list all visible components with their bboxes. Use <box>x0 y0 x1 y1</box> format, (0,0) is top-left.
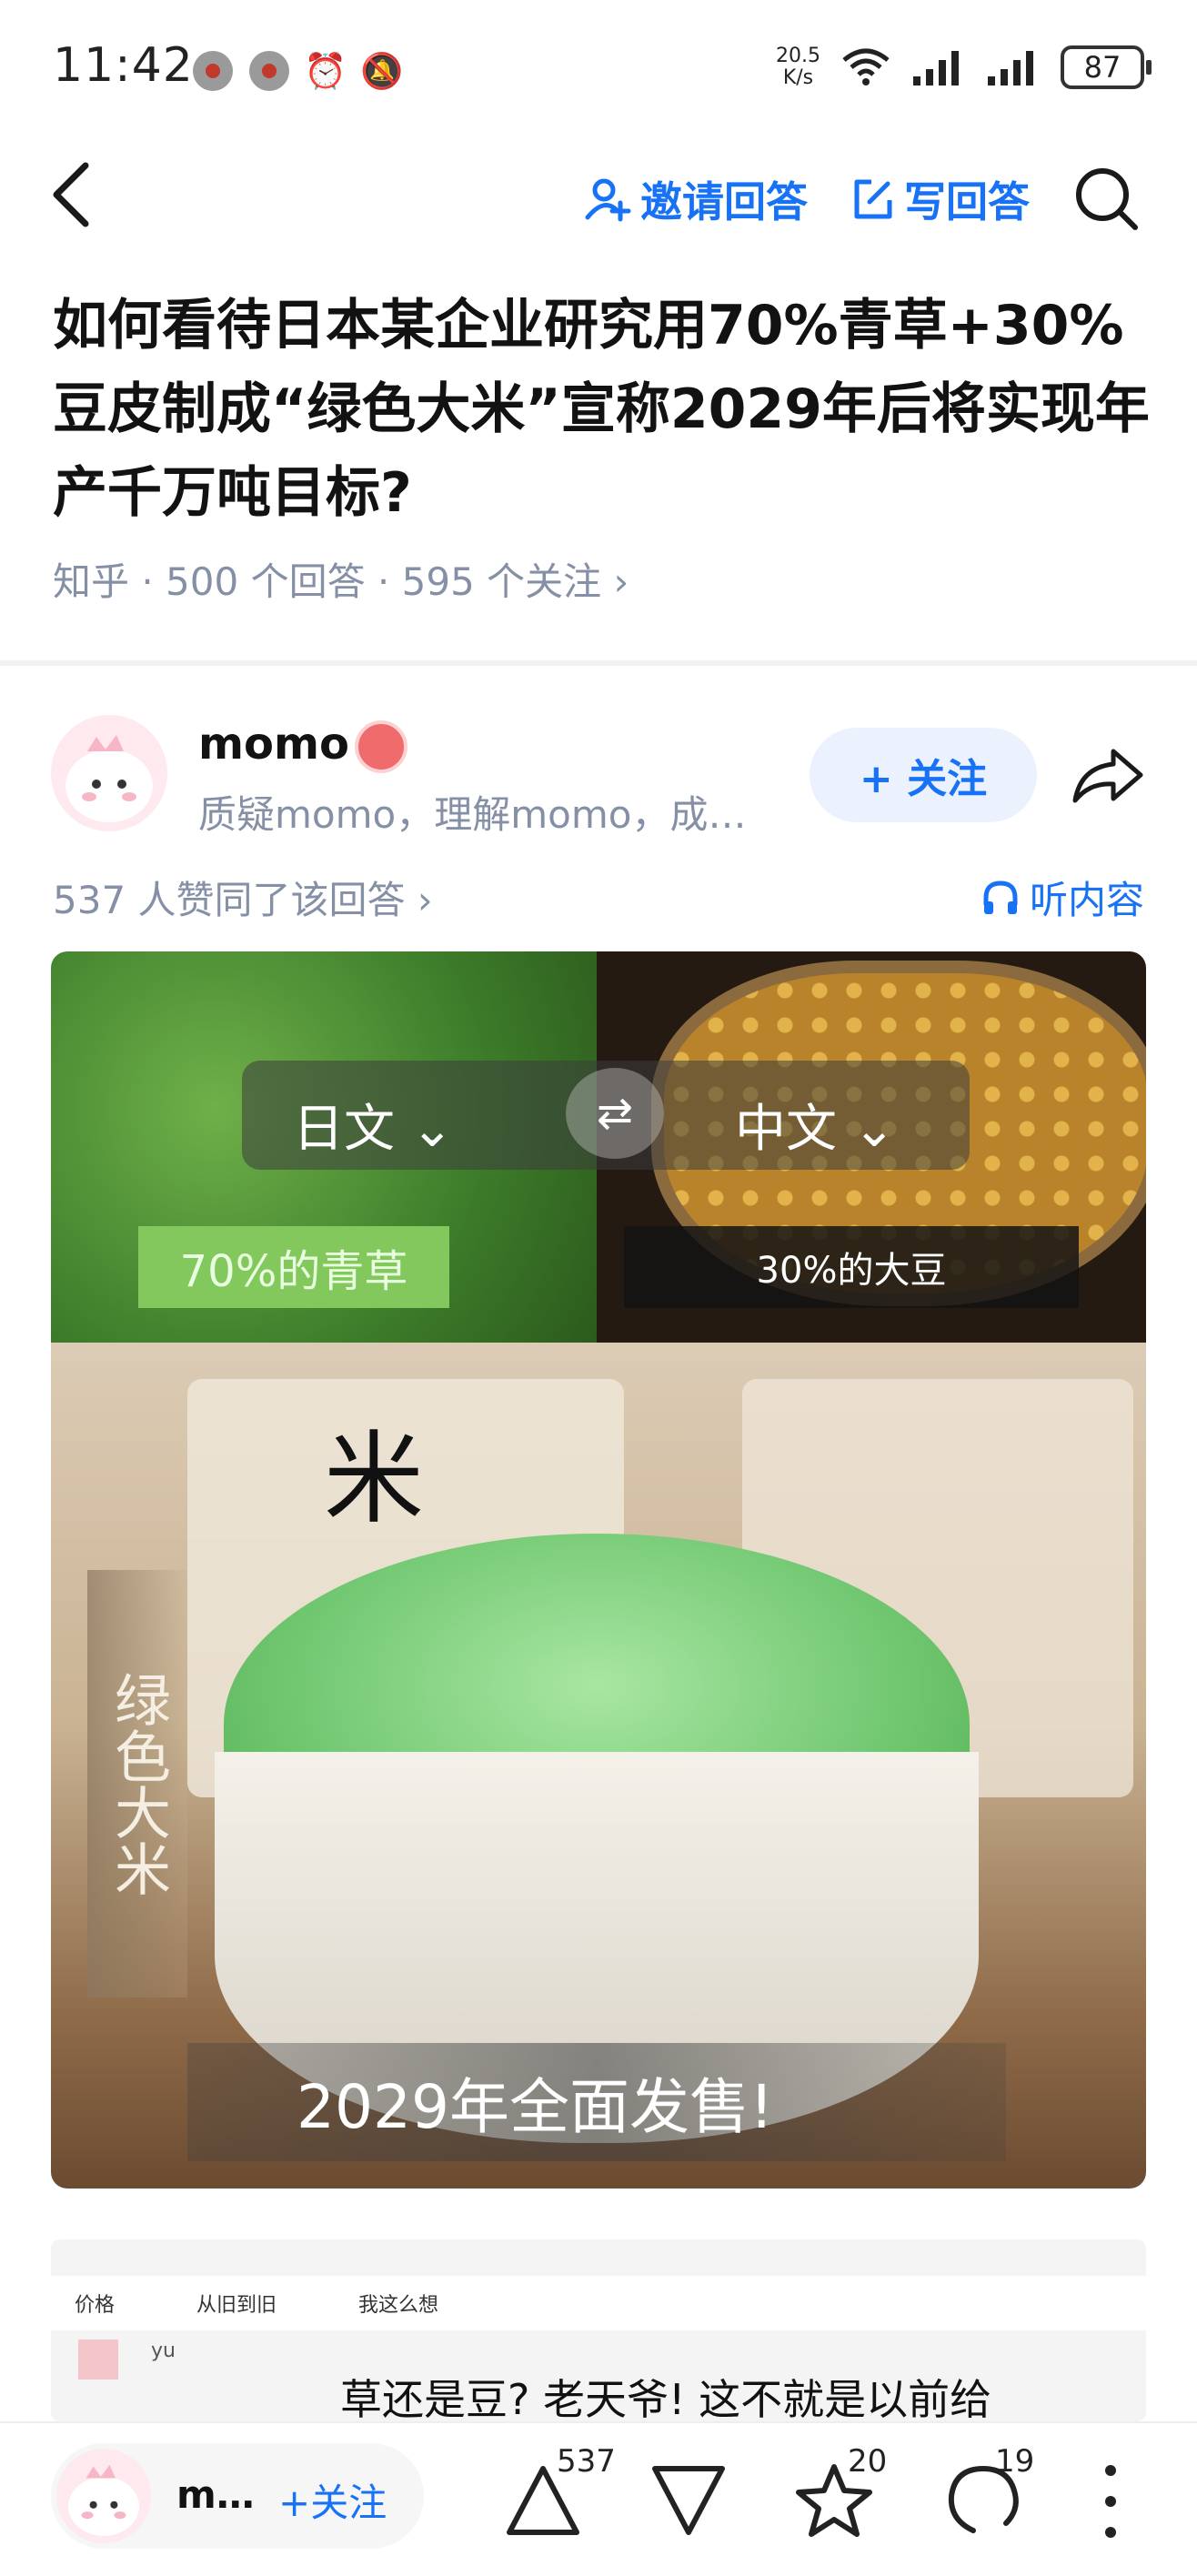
app-notification-icon <box>193 51 233 91</box>
share-icon[interactable] <box>1070 744 1146 808</box>
mute-bell-icon: 🔕 <box>360 50 404 91</box>
favorite-count: 20 <box>848 2443 888 2480</box>
target-language: 中文 ⌄ <box>735 1100 896 1159</box>
bottom-follow-button[interactable]: +关注 <box>278 2472 387 2528</box>
more-dot <box>1105 2465 1116 2476</box>
grass-label: 70%的青草 <box>138 1226 449 1308</box>
swap-language-icon: ⇄ <box>566 1068 664 1159</box>
bottom-author-name: m… <box>176 2472 255 2517</box>
screenshot-user-avatar <box>78 2340 118 2380</box>
headphones-icon <box>983 880 1018 914</box>
upvote-count: 537 <box>557 2443 616 2480</box>
more-options-icon[interactable] <box>1097 2465 1124 2538</box>
rice-character: 米 <box>324 1421 424 1537</box>
signal-icon <box>988 51 1033 86</box>
invite-answer-button[interactable]: 邀请回答 <box>584 169 808 229</box>
author-avatar[interactable] <box>51 715 167 831</box>
listen-button[interactable]: 听内容 <box>981 870 1144 925</box>
author-badge-icon <box>355 720 407 773</box>
screenshot-text: 草还是豆? 老天爷! 这不就是以前给 <box>340 2375 992 2421</box>
edit-icon <box>854 179 892 219</box>
more-dot <box>1105 2527 1116 2538</box>
author-name[interactable]: momo <box>198 719 349 770</box>
question-meta[interactable]: 知乎 · 500 个回答 · 595 个关注 › <box>53 551 629 607</box>
screenshot-tab: 我这么想 <box>358 2294 439 2317</box>
back-arrow-icon[interactable] <box>45 158 100 231</box>
listen-label: 听内容 <box>1029 878 1144 922</box>
status-right: 20.5 K/s 87 <box>776 45 1152 89</box>
soybean-label: 30%的大豆 <box>624 1226 1079 1308</box>
top-nav: 邀请回答 写回答 <box>0 146 1197 246</box>
status-time: 11:42 <box>53 38 194 93</box>
screenshot-tab: 从旧到旧 <box>196 2294 277 2317</box>
screenshot-tab-row: 价格 从旧到旧 我这么想 <box>51 2276 1146 2330</box>
section-divider <box>0 660 1197 666</box>
search-icon[interactable] <box>1071 164 1141 233</box>
source-language: 日文 ⌄ <box>293 1100 454 1159</box>
status-bar: 11:42 ⏰ 🔕 20.5 K/s 87 <box>0 0 1197 136</box>
answer-image[interactable]: 日文 ⌄ ⇄ 中文 ⌄ 70%的青草 30%的大豆 米 绿色大米 2029年全面… <box>51 951 1146 2189</box>
bottom-action-bar: m… +关注 537 20 19 <box>0 2421 1197 2576</box>
screenshot-tab: 价格 <box>75 2294 116 2317</box>
write-answer-label: 写回答 <box>904 177 1030 226</box>
second-answer-image[interactable]: 价格 从旧到旧 我这么想 yu 草还是豆? 老天爷! 这不就是以前给 <box>51 2239 1146 2421</box>
signal-icon <box>913 51 959 86</box>
green-rice-vertical-label: 绿色大米 <box>87 1570 187 1997</box>
image-caption: 2029年全面发售! <box>187 2043 1006 2161</box>
avatar-illustration <box>65 735 153 822</box>
network-speed: 20.5 K/s <box>776 45 820 89</box>
screenshot-user-name: yu <box>151 2340 176 2362</box>
question-title[interactable]: 如何看待日本某企业研究用70%青草+30%豆皮制成“绿色大米”宣称2029年后将… <box>53 284 1153 535</box>
downvote-icon[interactable] <box>648 2460 729 2541</box>
bottom-author-chip[interactable]: m… +关注 <box>51 2443 424 2549</box>
alarm-icon: ⏰ <box>304 50 347 91</box>
comment-count: 19 <box>995 2443 1035 2480</box>
app-notification-icon <box>249 51 289 91</box>
bottom-author-avatar <box>56 2449 151 2543</box>
invite-user-icon <box>585 178 631 222</box>
write-answer-button[interactable]: 写回答 <box>850 169 1030 229</box>
more-dot <box>1105 2496 1116 2507</box>
status-icons-left: ⏰ 🔕 <box>193 50 404 91</box>
follow-button[interactable]: + 关注 <box>810 728 1037 822</box>
wifi-icon <box>842 48 890 86</box>
author-bio: 质疑momo，理解momo，成… <box>198 792 747 837</box>
battery-indicator: 87 <box>1061 45 1152 89</box>
avatar-illustration <box>68 2464 139 2536</box>
upvote-summary[interactable]: 537 人赞同了该回答 › <box>53 870 433 925</box>
invite-answer-label: 邀请回答 <box>640 177 808 226</box>
